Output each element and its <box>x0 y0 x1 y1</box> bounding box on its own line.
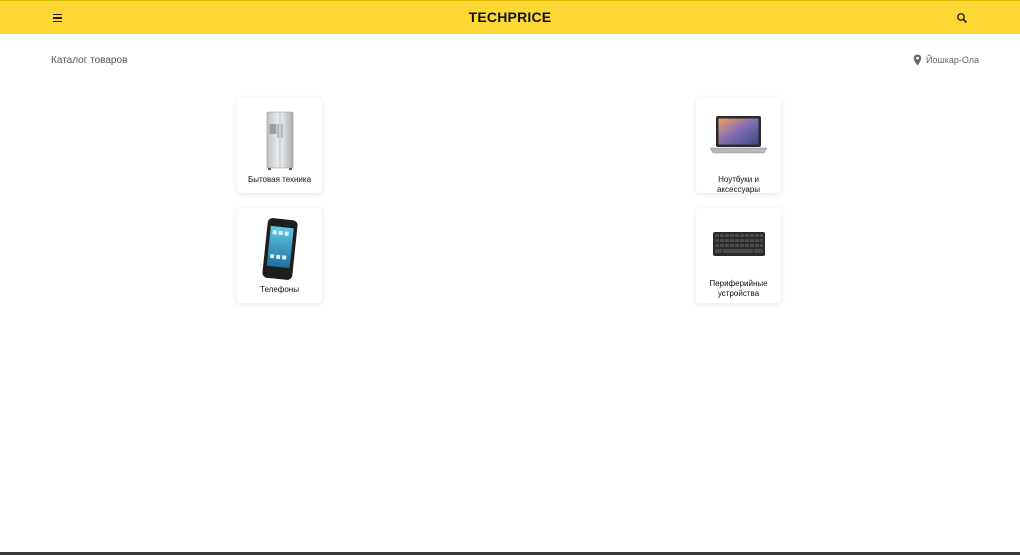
brand-title[interactable]: TECHPRICE <box>0 9 1020 25</box>
location-pin-icon <box>913 54 922 66</box>
category-card-home-appliances[interactable]: Бытовая техника <box>237 98 322 193</box>
search-icon <box>957 13 967 23</box>
city-label: Йошкар-Ола <box>926 55 979 65</box>
refrigerator-image <box>266 111 294 170</box>
category-label: Телефоны <box>260 285 299 294</box>
breadcrumb[interactable]: Каталог товаров <box>51 55 127 66</box>
category-label: Ноутбуки и аксессуары <box>716 175 761 194</box>
smartphone-image <box>262 218 298 280</box>
category-card-phones[interactable]: Телефоны <box>237 208 322 303</box>
keyboard-image <box>713 232 765 256</box>
laptop-image <box>709 116 768 154</box>
category-card-laptops[interactable]: Ноутбуки и аксессуары <box>696 98 781 194</box>
top-app-bar: TECHPRICE <box>0 0 1020 34</box>
search-button[interactable] <box>954 10 970 26</box>
category-card-peripherals[interactable]: Периферийные устройства <box>696 208 781 303</box>
city-selector[interactable]: Йошкар-Ола <box>913 54 979 66</box>
category-label: Периферийные устройства <box>709 279 768 298</box>
category-label: Бытовая техника <box>247 175 312 184</box>
